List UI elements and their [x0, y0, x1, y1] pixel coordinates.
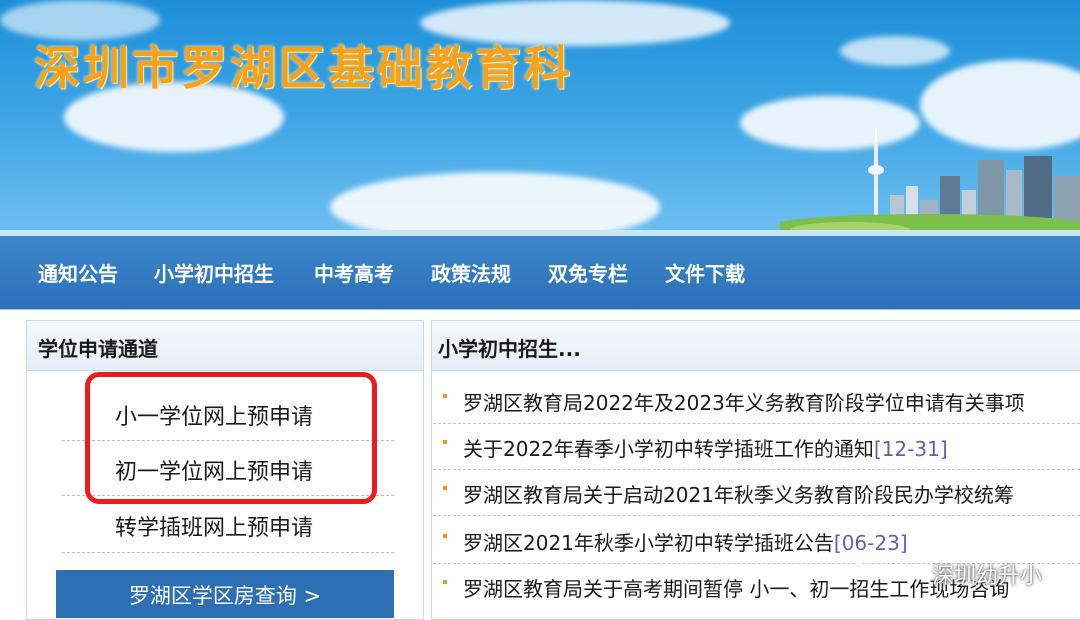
nav-item-double-exemption[interactable]: 双免专栏 [548, 258, 628, 287]
nav-item-downloads[interactable]: 文件下载 [665, 258, 745, 287]
panel-title: 小学初中招生... [432, 321, 1080, 371]
news-item: 罗湖区教育局关于启动2021年秋季义务教育阶段民办学校统筹 [433, 470, 1080, 516]
news-link[interactable]: 罗湖区教育局关于启动2021年秋季义务教育阶段民办学校统筹 [463, 479, 1014, 508]
nav-item-enrollment[interactable]: 小学初中招生 [154, 258, 274, 287]
news-link[interactable]: 罗湖区教育局关于高考期间暂停 小一、初一招生工作现场咨询 [463, 573, 1009, 602]
news-date: [12-31] [873, 437, 948, 461]
news-link[interactable]: 罗湖区教育局2022年及2023年义务教育阶段学位申请有关事项 [463, 387, 1025, 416]
watermark-text: 深圳幼升小 [931, 564, 1042, 589]
red-highlight-annotation [85, 372, 377, 504]
news-link[interactable]: 关于2022年春季小学初中转学插班工作的通知[12-31] [463, 433, 948, 462]
wechat-icon [855, 560, 881, 581]
bullet-icon [443, 534, 447, 538]
news-date: [06-23] [833, 531, 908, 555]
news-item: 罗湖区教育局2022年及2023年义务教育阶段学位申请有关事项 [433, 378, 1080, 424]
panel-title: 学位申请通道 [27, 321, 423, 371]
news-item: 关于2022年春季小学初中转学插班工作的通知[12-31] [433, 424, 1080, 470]
bullet-icon [443, 394, 447, 398]
city-skyline-image [780, 128, 1080, 236]
header-banner: 深圳市罗湖区基础教育科 [0, 0, 1080, 236]
site-title: 深圳市罗湖区基础教育科 [34, 41, 573, 95]
divider [62, 552, 394, 553]
nav-item-policies[interactable]: 政策法规 [431, 258, 511, 287]
school-district-query-button[interactable]: 罗湖区学区房查询 > [56, 570, 394, 618]
cloud-decoration [330, 172, 660, 236]
transfer-application-link[interactable]: 转学插班网上预申请 [115, 510, 313, 542]
nav-item-exams[interactable]: 中考高考 [314, 258, 394, 287]
bullet-icon [443, 440, 447, 444]
main-nav: 通知公告 小学初中招生 中考高考 政策法规 双免专栏 文件下载 [0, 236, 1080, 310]
news-link[interactable]: 罗湖区2021年秋季小学初中转学插班公告[06-23] [463, 527, 908, 556]
bullet-icon [443, 580, 447, 584]
bullet-icon [443, 486, 447, 490]
nav-item-notices[interactable]: 通知公告 [38, 258, 118, 287]
